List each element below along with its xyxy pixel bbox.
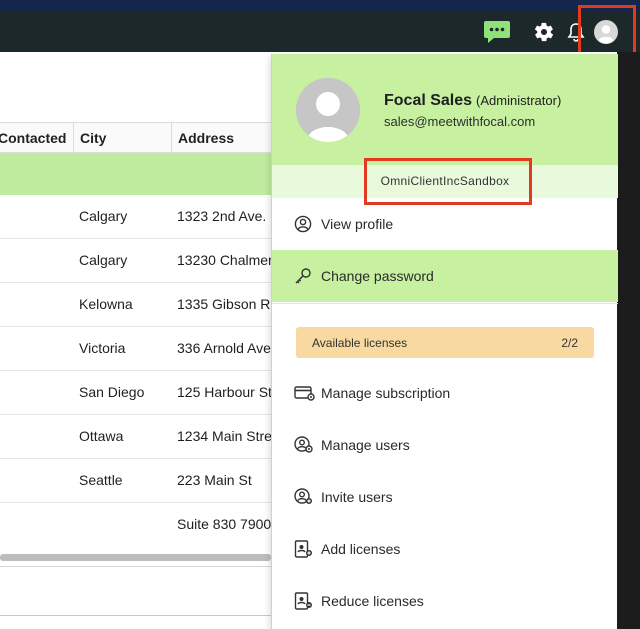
cell-address: 1234 Main Street [177, 428, 271, 444]
menu-item-label: View profile [321, 216, 394, 232]
menu-item-change-password[interactable]: Change password [272, 250, 618, 302]
cell-city: Kelowna [79, 296, 133, 312]
menu-item-label: Add licenses [321, 541, 401, 557]
cell-address: 336 Arnold Ave [177, 340, 271, 356]
background-panel-edge [617, 52, 640, 629]
licenses-label: Available licenses [312, 335, 408, 350]
chat-icon[interactable] [482, 12, 512, 52]
column-header-city[interactable]: City [73, 123, 171, 153]
column-header-address[interactable]: Address [171, 123, 271, 153]
menu-item-reduce-licenses[interactable]: Reduce licenses [272, 579, 618, 623]
user-name: Focal Sales (Administrator) [384, 92, 561, 110]
cell-address: 13230 Chalmers [177, 252, 271, 268]
user-role: (Administrator) [476, 93, 562, 108]
user-circle-icon [294, 214, 316, 234]
gear-icon[interactable] [530, 12, 558, 52]
cell-city [79, 503, 171, 546]
horizontal-scrollbar[interactable] [0, 554, 271, 561]
user-plus-icon [294, 487, 316, 507]
cell-address: Suite 830 7900 [177, 516, 271, 532]
user-email: sales@meetwithfocal.com [384, 114, 536, 129]
user-name-text: Focal Sales [384, 92, 473, 109]
menu-item-add-licenses[interactable]: Add licenses [272, 527, 618, 571]
menu-item-view-profile[interactable]: View profile [272, 202, 618, 246]
organization-highlight-box [364, 158, 532, 205]
cell-address: 223 Main St [177, 472, 252, 488]
cell-city: Seattle [79, 472, 123, 488]
top-accent-bar [0, 0, 640, 12]
menu-item-manage-subscription[interactable]: Manage subscription [272, 371, 618, 415]
profile-header: Focal Sales (Administrator) sales@meetwit… [272, 54, 618, 165]
badge-plus-icon [294, 539, 316, 559]
cell-city: Calgary [79, 208, 128, 224]
key-icon [294, 266, 316, 286]
profile-dropdown-menu: Focal Sales (Administrator) sales@meetwit… [271, 54, 618, 629]
credit-card-gear-icon [294, 383, 316, 403]
top-navigation-bar [0, 12, 640, 52]
menu-item-label: Manage subscription [321, 385, 451, 401]
menu-item-label: Reduce licenses [321, 593, 424, 609]
badge-minus-icon [294, 591, 316, 611]
available-licenses-badge: Available licenses 2/2 [296, 327, 594, 358]
menu-item-label: Change password [321, 268, 434, 284]
menu-item-label: Invite users [321, 489, 393, 505]
cell-address: 1323 2nd Ave. [177, 208, 267, 224]
menu-divider [272, 303, 618, 304]
cell-city: Victoria [79, 340, 126, 356]
user-gear-icon [294, 435, 316, 455]
cell-city: San Diego [79, 384, 145, 400]
cell-city: Ottawa [79, 428, 124, 444]
licenses-count: 2/2 [561, 335, 578, 350]
menu-item-manage-users[interactable]: Manage users [272, 423, 618, 467]
column-header-contacted[interactable]: Contacted [0, 123, 72, 153]
menu-item-invite-users[interactable]: Invite users [272, 475, 618, 519]
cell-address: 125 Harbour St [177, 384, 271, 400]
menu-item-label: Manage users [321, 437, 410, 453]
cell-city: Calgary [79, 252, 128, 268]
cell-address: 1335 Gibson Rd [177, 296, 271, 312]
avatar [296, 78, 360, 142]
